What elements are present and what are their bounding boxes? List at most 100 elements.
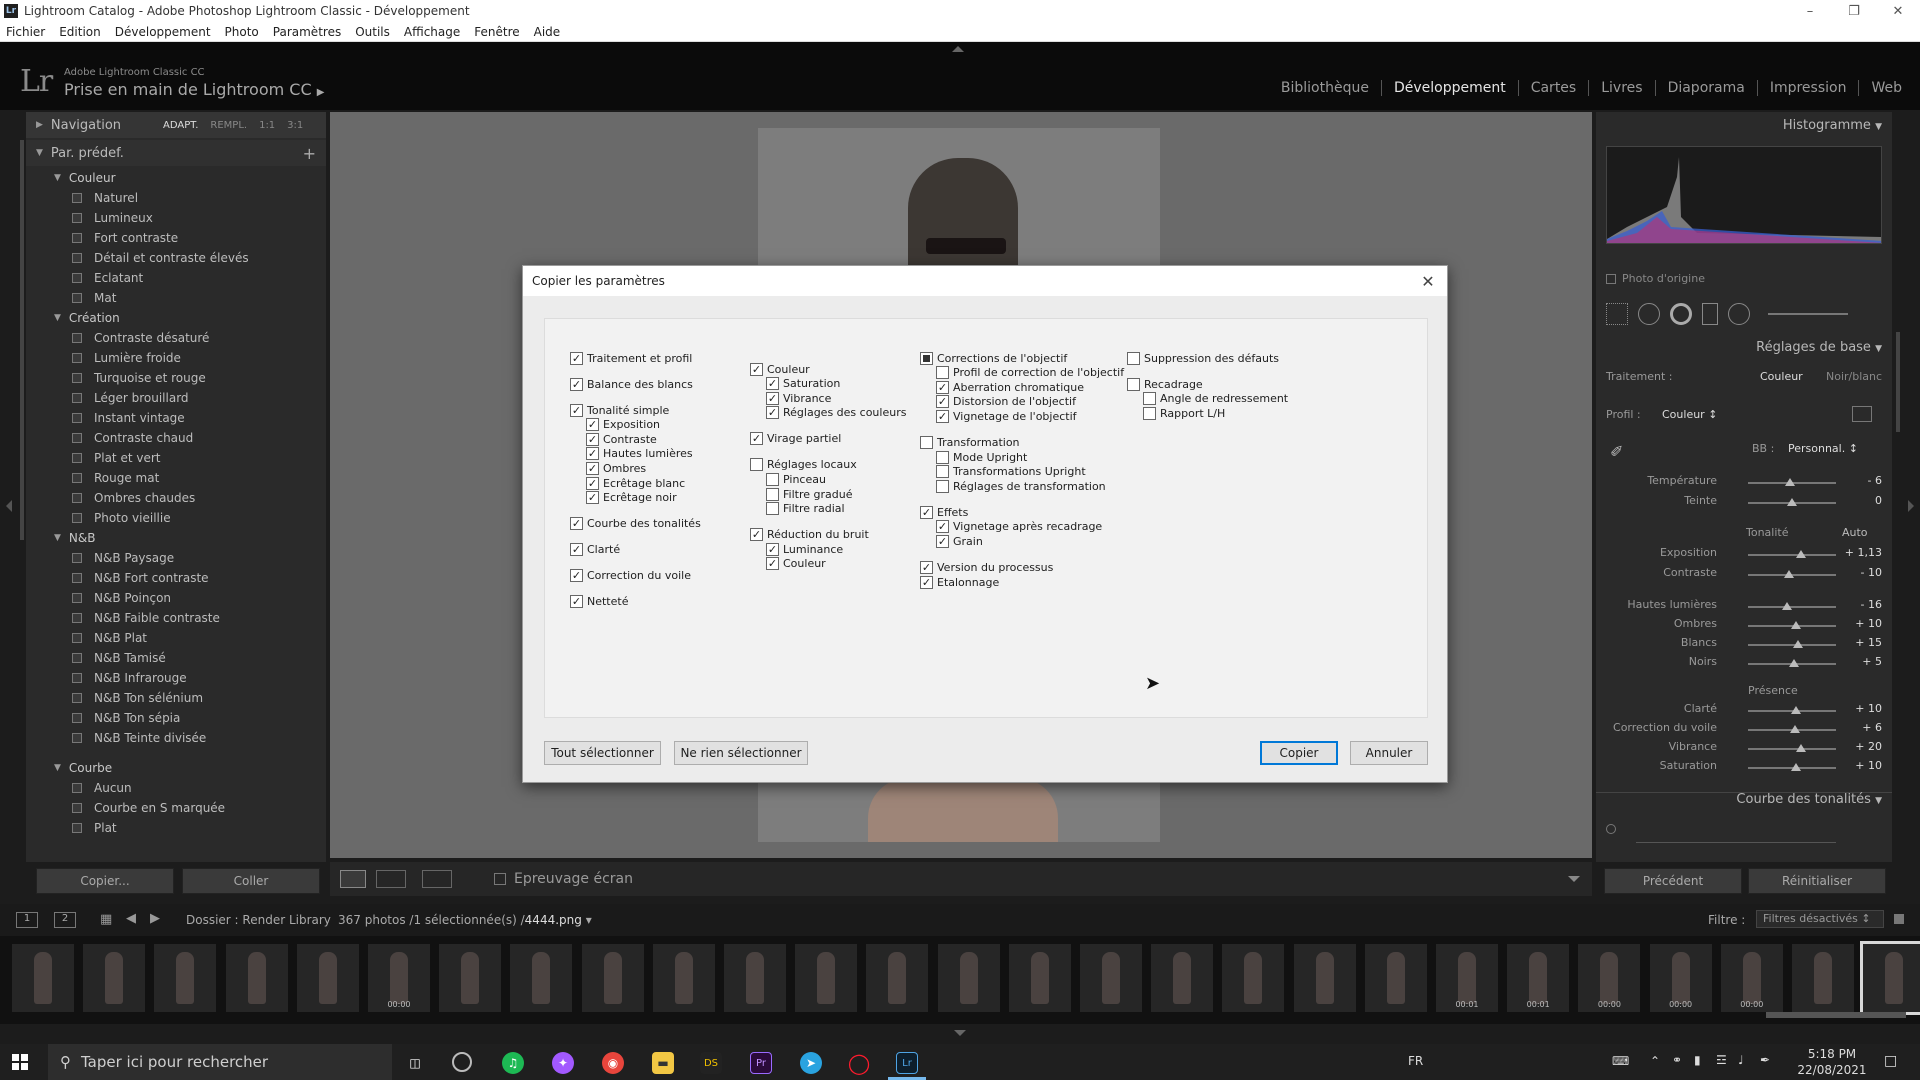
checkmark-icon[interactable]: ✓ [570,377,583,391]
setting-checkbox[interactable]: ✓ Vibrance [766,391,831,405]
checkbox-icon[interactable] [750,458,763,472]
slider-value[interactable]: - 16 [1861,598,1882,611]
preset-item[interactable]: N&B Faible contraste [26,608,326,628]
filmstrip-thumbnail[interactable] [1364,944,1427,1012]
folder-source[interactable]: Dossier : Render Library [186,913,331,927]
setting-checkbox[interactable]: ✓ Vignetage de l'objectif [936,409,1077,423]
setting-checkbox[interactable]: Angle de redressement [1143,392,1288,406]
checkbox-icon[interactable] [936,479,949,493]
slider-handle[interactable] [1795,550,1806,558]
menu-6[interactable]: Affichage [404,25,460,39]
collapse-top-arrow-icon[interactable] [952,46,964,52]
checkmark-icon[interactable]: ✓ [570,403,583,417]
filter-dropdown[interactable]: Filtres désactivés ↕ [1756,910,1884,928]
cancel-button[interactable]: Annuler [1350,741,1428,765]
checkbox-icon[interactable] [936,450,949,464]
messenger-icon[interactable]: ✦ [552,1052,574,1074]
slider-handle[interactable] [1781,602,1792,610]
filmstrip-thumbnail[interactable]: 00:00 [1649,944,1712,1012]
preset-group[interactable]: ▼ N&B [26,528,326,548]
preset-group[interactable]: ▼ Courbe [26,758,326,778]
slider-value[interactable]: + 10 [1855,617,1882,630]
checkmark-icon[interactable]: ✓ [570,543,583,557]
setting-checkbox[interactable]: Filtre radial [766,502,845,516]
clock-time[interactable]: 5:18 PM [1800,1047,1864,1061]
checkbox-icon[interactable] [920,351,933,365]
checkmark-icon[interactable]: ✓ [766,377,779,391]
checkmark-icon[interactable]: ✓ [936,520,949,534]
slider-handle[interactable] [1791,621,1802,629]
setting-checkbox[interactable]: ✓ Couleur [766,557,826,571]
preset-item[interactable]: Ombres chaudes [26,488,326,508]
filmstrip-thumbnail[interactable] [937,944,1000,1012]
checkbox-icon[interactable] [936,366,949,380]
filmstrip-thumbnail[interactable] [1008,944,1071,1012]
volume-icon[interactable]: ♩ [1738,1053,1744,1067]
add-preset-icon[interactable]: + [303,144,316,163]
back-arrow-icon[interactable]: ◀ [126,911,136,926]
preset-item[interactable]: N&B Paysage [26,548,326,568]
checkmark-icon[interactable]: ✓ [766,391,779,405]
filmstrip-thumbnail[interactable] [296,944,359,1012]
setting-checkbox[interactable]: ✓ Version du processus [920,560,1053,574]
filmstrip-thumbnail[interactable] [1222,944,1285,1012]
filmstrip-thumbnail[interactable] [866,944,929,1012]
navigation-panel-header[interactable]: ▶ Navigation ADAPT. REMPL. 1:1 3:1 [26,112,326,138]
preset-item[interactable]: N&B Poinçon [26,588,326,608]
checkbox-icon[interactable] [936,465,949,479]
filmstrip-thumbnail[interactable] [83,944,146,1012]
setting-checkbox[interactable]: ✓ Correction du voile [570,569,691,583]
filmstrip-thumbnail[interactable] [1151,944,1214,1012]
app-icon-1[interactable] [452,1052,472,1072]
tone-curve-graph[interactable] [1636,842,1836,860]
checkmark-icon[interactable]: ✓ [936,534,949,548]
setting-checkbox[interactable]: Pinceau [766,472,826,486]
reset-button[interactable]: Réinitialiser [1748,868,1886,894]
setting-checkbox[interactable]: ✓ Netteté [570,595,628,609]
checkmark-icon[interactable]: ✓ [920,575,933,589]
slider-value[interactable]: + 1,13 [1845,546,1882,559]
checkbox-icon[interactable] [766,472,779,486]
slider-track[interactable] [1748,554,1836,556]
preset-item[interactable]: Photo vieillie [26,508,326,528]
checkbox-icon[interactable] [1143,392,1156,406]
white-balance-picker-icon[interactable]: ✐ [1610,442,1630,462]
setting-checkbox[interactable]: ✓ Courbe des tonalités [570,517,701,531]
ds-app-icon[interactable]: DS [700,1052,722,1074]
checkbox-icon[interactable] [766,502,779,516]
lightroom-taskbar-icon[interactable]: Lr [896,1052,918,1074]
setting-checkbox[interactable]: Filtre gradué [766,487,852,501]
checkmark-icon[interactable]: ✓ [750,528,763,542]
setting-checkbox[interactable]: ✓ Luminance [766,542,843,556]
setting-checkbox[interactable]: ✓ Effets [920,505,968,519]
module-tab[interactable]: Cartes [1519,80,1590,96]
file-explorer-icon[interactable]: ▬ [652,1052,674,1074]
preset-item[interactable]: Plat et vert [26,448,326,468]
before-after-swap-icon[interactable] [422,870,452,888]
menu-5[interactable]: Outils [355,25,390,39]
filmstrip-thumbnail[interactable] [1792,944,1854,1012]
original-photo-toggle[interactable]: Photo d'origine [1606,272,1705,285]
checkmark-icon[interactable]: ✓ [586,461,599,475]
filmstrip-thumbnail[interactable] [1293,944,1356,1012]
preset-item[interactable]: Courbe en S marquée [26,798,326,818]
preset-item[interactable]: Turquoise et rouge [26,368,326,388]
left-panel-toggle-icon[interactable] [6,500,12,512]
main-window-button[interactable]: 1 [16,912,38,928]
filter-lock-icon[interactable] [1894,914,1904,924]
spotify-icon[interactable]: ♫ [502,1052,524,1074]
slider-handle[interactable] [1795,744,1806,752]
minimize-button[interactable]: – [1788,0,1832,22]
menu-4[interactable]: Paramètres [273,25,341,39]
windows-start-icon[interactable] [12,1054,28,1070]
preset-item[interactable]: Léger brouillard [26,388,326,408]
preset-group[interactable]: ▼ Création [26,308,326,328]
setting-checkbox[interactable]: ✓ Hautes lumières [586,447,693,461]
slider-value[interactable]: - 10 [1861,566,1882,579]
filmstrip-thumbnail[interactable] [581,944,644,1012]
toolbar-menu-icon[interactable] [1568,876,1580,882]
select-all-button[interactable]: Tout sélectionner [544,741,661,765]
preset-item[interactable]: Aucun [26,778,326,798]
checkmark-icon[interactable]: ✓ [936,380,949,394]
module-tab[interactable]: Web [1859,80,1902,96]
